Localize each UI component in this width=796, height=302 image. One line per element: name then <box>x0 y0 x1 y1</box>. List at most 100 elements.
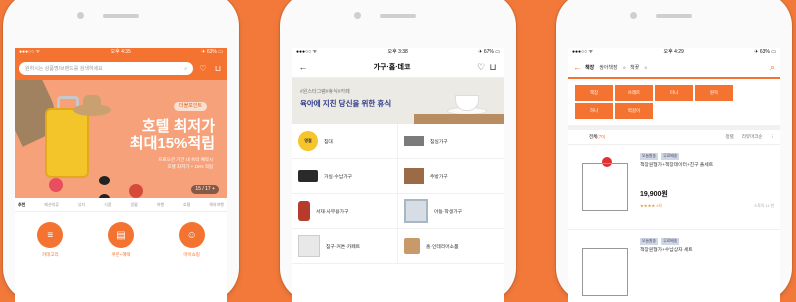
signal-indicator: ●●●○○ ᯤ <box>19 49 41 55</box>
phone-search-results: ●●●○○ ᯤ 오후 4:29 ✈ 63% ▭ ← 책장 쌍아책장 ⊗ 책꽂 ⊗… <box>556 0 792 302</box>
signal-indicator: ●●●○○ ᯤ <box>572 49 594 55</box>
category-item[interactable]: 명절 침대 <box>292 124 398 159</box>
status-bar: ●●●○○ ᯤ 오후 4:35 ✈ 63% ▭ <box>15 48 227 57</box>
speaker-slot <box>380 14 416 18</box>
search-keyword: 책장 <box>585 64 595 71</box>
coupon-icon: ▤ <box>107 222 134 248</box>
category-label: 침대 <box>324 139 333 145</box>
banner-title-line: 호텔 최저가 <box>141 118 215 135</box>
category-label: 홈·인테리어소품 <box>426 244 459 250</box>
camera-dot <box>354 12 361 19</box>
search-icon: ⌕ <box>184 65 187 72</box>
search-input[interactable]: 책장 쌍아책장 ⊗ 책꽂 ⊗ <box>585 64 770 71</box>
status-time: 오후 4:29 <box>663 49 684 55</box>
more-icon[interactable]: ⋮ <box>771 134 776 140</box>
category-item[interactable]: 침실가구 <box>398 124 504 159</box>
heart-icon[interactable]: ♡ <box>198 64 208 74</box>
sofa-thumb <box>298 170 318 182</box>
cart-icon[interactable]: ⊔ <box>213 64 223 74</box>
category-item[interactable]: 주방가구 <box>398 159 504 194</box>
product-item[interactable]: 오늘발송 무료배송 책장원형가+수납상자 세트 <box>568 230 780 302</box>
tab-item[interactable]: 뷰티 <box>78 202 85 208</box>
sunglasses-image <box>99 172 125 198</box>
related-keyword[interactable]: 쌍아책장 <box>599 64 617 71</box>
product-seller: 스토어 11 번 <box>753 204 774 208</box>
battery-indicator: ✈ 63% ▭ <box>754 49 776 55</box>
search-results-screen: ●●●○○ ᯤ 오후 4:29 ✈ 63% ▭ ← 책장 쌍아책장 ⊗ 책꽂 ⊗… <box>568 48 780 302</box>
category-label: 거실·수납가구 <box>324 174 353 180</box>
banner-page-indicator[interactable]: 15 / 17 + <box>191 185 219 194</box>
status-time: 오후 4:35 <box>110 49 131 55</box>
category-label: 주방가구 <box>430 174 448 180</box>
related-keyword[interactable]: 책꽂 <box>630 64 639 71</box>
quick-item-myshopping[interactable]: ☺ 마이쇼핑 <box>178 222 205 258</box>
banner-title-line: 최대15%적립 <box>129 135 215 152</box>
filter-tag[interactable]: 원목 <box>695 85 733 101</box>
tab-item[interactable]: 생활 <box>130 202 137 208</box>
product-item[interactable]: 오늘발송 무료배송 책장원형가+책장데이터+친구 풀세트 19,900원 ★★★… <box>568 145 780 230</box>
remove-icon[interactable]: ⊗ <box>644 65 647 70</box>
battery-indicator: ✈ 67% ▭ <box>478 49 500 55</box>
filter-tag[interactable]: 미니 <box>655 85 693 101</box>
tab-item[interactable]: 호텔 <box>183 202 190 208</box>
product-badge: 오늘발송 <box>640 153 658 160</box>
category-item[interactable]: 홈·인테리어소품 <box>398 229 504 264</box>
product-rating-row: ★★★★ 4회 스토어 11 번 <box>640 204 774 209</box>
back-arrow-icon[interactable]: ← <box>297 62 309 72</box>
status-time: 오후 3:38 <box>387 49 408 55</box>
camera-dot <box>77 12 84 19</box>
banner-headline: 육아에 지친 당신을 위한 휴식 <box>300 99 392 108</box>
tab-item[interactable]: 추천 <box>18 202 25 208</box>
category-item[interactable]: 아동·학생가구 <box>398 194 504 229</box>
phone-home: ●●●○○ ᯤ 오후 4:35 ✈ 63% ▭ 원하시는 상품명/브랜드를 검색… <box>3 0 239 302</box>
filter-tag[interactable]: 하나 <box>575 103 613 119</box>
category-label: 아동·학생가구 <box>434 209 463 215</box>
stool-thumb <box>404 238 420 254</box>
hat-brim <box>73 104 111 116</box>
tab-item[interactable]: 패션의류 <box>44 202 59 208</box>
category-tabs: 추천 패션의류 뷰티 식품 생활 여행 호텔 해외여행 <box>15 198 227 212</box>
kids-thumb <box>404 199 428 223</box>
filter-tag[interactable]: 벽걸이 <box>615 103 653 119</box>
category-item[interactable]: 침구·커튼·카페트 <box>292 229 398 264</box>
cart-icon[interactable]: ⊔ <box>487 62 499 73</box>
category-item[interactable]: 서재·사무용가구 <box>292 194 398 229</box>
search-icon[interactable]: ⌕ <box>770 62 775 73</box>
back-arrow-icon[interactable]: ← <box>573 62 585 72</box>
product-badge: 무료배송 <box>661 153 680 160</box>
sort-option[interactable]: 정렬 <box>726 134 734 140</box>
heart-icon[interactable]: ♡ <box>475 62 487 73</box>
filter-tag[interactable]: 쓰레트 <box>615 85 653 101</box>
phone-category: ●●●○○ ᯤ 오후 3:38 ✈ 67% ▭ ← 가구·홈·데코 ♡ ⊔ #원… <box>280 0 516 302</box>
product-image <box>574 153 634 217</box>
filter-tag[interactable]: 책장 <box>575 85 613 101</box>
nav-bar: ← 가구·홈·데코 ♡ ⊔ <box>292 57 504 78</box>
quick-item-coupon[interactable]: ▤ 쿠폰+혜택 <box>107 222 134 258</box>
status-bar: ●●●○○ ᯤ 오후 4:29 ✈ 63% ▭ <box>568 48 780 57</box>
remove-icon[interactable]: ⊗ <box>623 65 626 70</box>
product-info: 오늘발송 무료배송 책장원형가+책장데이터+친구 풀세트 19,900원 ★★★… <box>640 153 774 221</box>
camera-dot <box>630 12 637 19</box>
tab-item[interactable]: 여행 <box>157 202 164 208</box>
category-banner[interactable]: #원스타그램#휴식#카페 육아에 지친 당신을 위한 휴식 <box>292 78 504 124</box>
tab-item[interactable]: 식품 <box>104 202 111 208</box>
quick-item-category[interactable]: ≡ 카테고리 <box>37 222 64 258</box>
product-name: 책장원형가+수납상자 세트 <box>640 248 693 253</box>
banner-title: 호텔 최저가 최대15%적립 <box>130 118 215 152</box>
tab-item[interactable]: 해외여행 <box>209 202 224 208</box>
search-input[interactable]: 원하시는 상품명/브랜드를 검색하세요 ⌕ <box>19 62 193 75</box>
quick-menu: ≡ 카테고리 ▤ 쿠폰+혜택 ☺ 마이쇼핑 <box>15 212 227 258</box>
category-item[interactable]: 거실·수납가구 <box>292 159 398 194</box>
sort-option[interactable]: 리뷰마크순 <box>742 134 763 140</box>
banner-subtitle-line: 프로모션 기간 내 숙박 예약시 <box>158 157 213 162</box>
battery-indicator: ✈ 63% ▭ <box>201 49 223 55</box>
category-label: 서재·사무용가구 <box>316 209 349 215</box>
home-screen: ●●●○○ ᯤ 오후 4:35 ✈ 63% ▭ 원하시는 상품명/브랜드를 검색… <box>15 48 227 302</box>
banner-subtitle: 프로모션 기간 내 숙박 예약시 호텔 최저가 + 15% 적립 <box>158 156 213 170</box>
list-icon: ≡ <box>37 222 64 248</box>
chair-thumb <box>298 201 310 221</box>
promo-banner[interactable]: 더블포인트 호텔 최저가 최대15%적립 프로모션 기간 내 숙박 예약시 호텔… <box>15 80 227 198</box>
category-label: 침구·커튼·카페트 <box>326 244 361 250</box>
product-badge: 무료배송 <box>661 238 680 245</box>
product-rating: ★★★★ 4회 <box>640 204 662 208</box>
